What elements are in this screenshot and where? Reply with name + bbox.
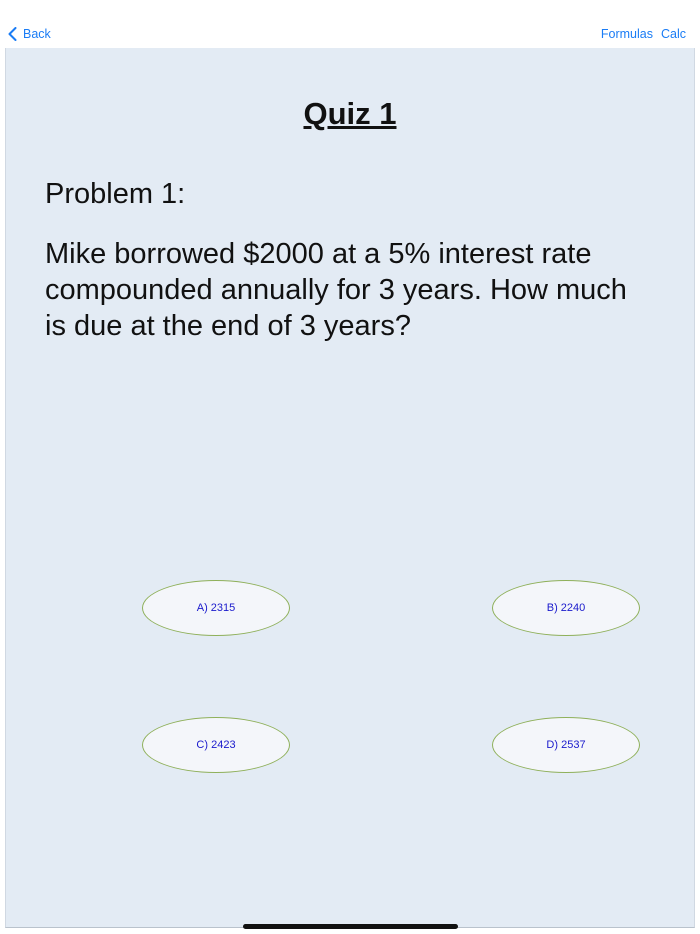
problem-label: Problem 1:: [45, 178, 186, 210]
answer-d-label: D) 2537: [546, 739, 586, 751]
chevron-left-icon: [8, 27, 17, 41]
quiz-content-panel: Quiz 1 Problem 1: Mike borrowed $2000 at…: [5, 48, 695, 928]
back-label: Back: [23, 27, 51, 41]
nav-right-items: Formulas Calc: [601, 24, 686, 44]
answer-a-button[interactable]: A) 2315: [142, 580, 290, 636]
answer-b-label: B) 2240: [546, 602, 586, 614]
home-indicator[interactable]: [243, 924, 458, 929]
answer-b-button[interactable]: B) 2240: [492, 580, 640, 636]
navigation-bar: Back Formulas Calc: [0, 0, 700, 48]
formulas-button[interactable]: Formulas: [601, 27, 653, 41]
answer-a-label: A) 2315: [196, 602, 236, 614]
back-button[interactable]: Back: [8, 24, 51, 44]
quiz-title: Quiz 1: [303, 96, 397, 131]
answer-c-label: C) 2423: [196, 739, 236, 751]
answer-d-button[interactable]: D) 2537: [492, 717, 640, 773]
problem-text: Mike borrowed $2000 at a 5% interest rat…: [45, 238, 627, 342]
answer-c-button[interactable]: C) 2423: [142, 717, 290, 773]
calc-button[interactable]: Calc: [661, 27, 686, 41]
